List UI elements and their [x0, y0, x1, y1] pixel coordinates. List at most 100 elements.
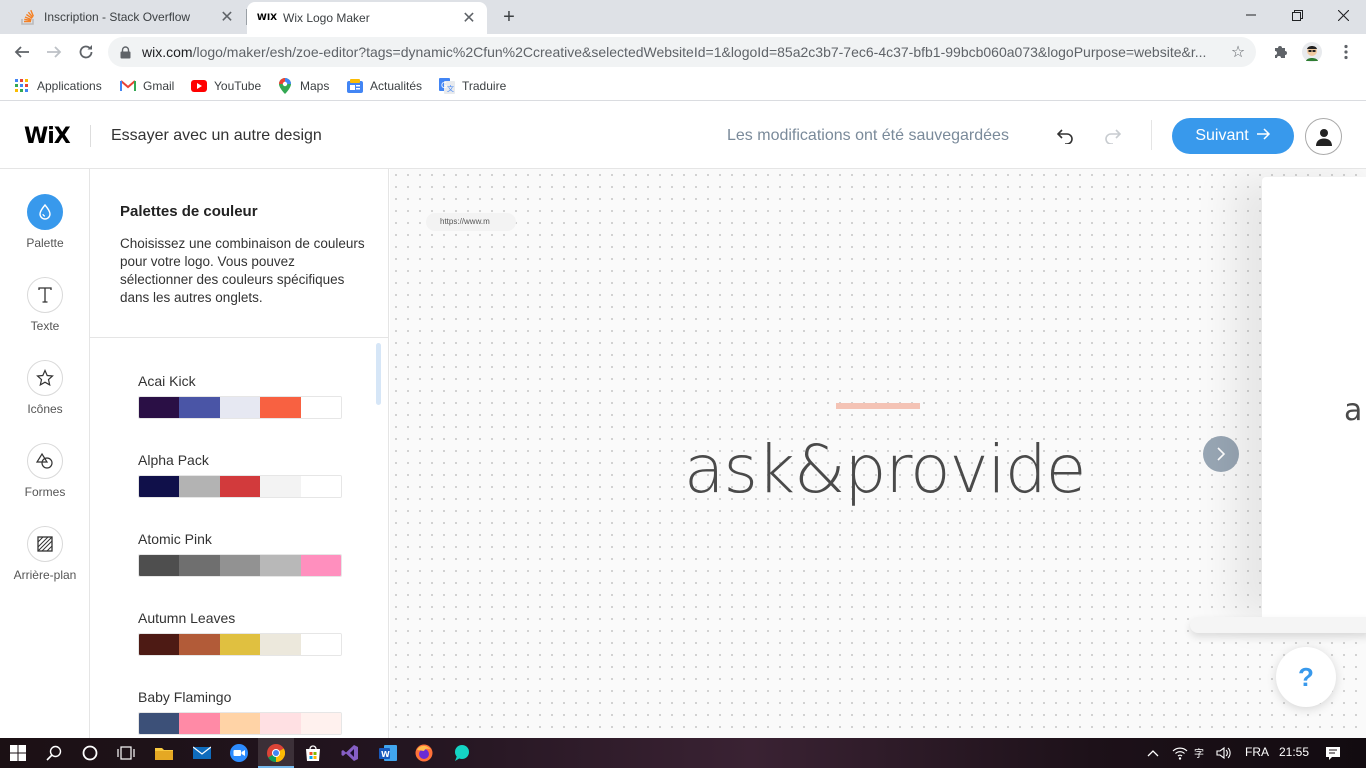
- reload-icon[interactable]: [72, 38, 100, 66]
- rail-item-text[interactable]: Texte: [0, 277, 90, 347]
- url-host: wix.com: [142, 44, 193, 60]
- language-indicator[interactable]: FRA: [1245, 745, 1269, 759]
- tab-stackoverflow[interactable]: Inscription - Stack Overflow ✕: [0, 0, 245, 34]
- gmail-icon: [120, 78, 136, 94]
- clock[interactable]: 21:55: [1279, 745, 1309, 759]
- color-swatch: [300, 555, 341, 576]
- extensions-puzzle-icon[interactable]: [1268, 40, 1292, 64]
- rail-item-icons[interactable]: Icônes: [0, 360, 90, 430]
- mail-icon[interactable]: [190, 741, 214, 765]
- color-swatch: [179, 713, 220, 734]
- rail-item-shapes[interactable]: Formes: [0, 443, 90, 513]
- svg-text:W: W: [381, 750, 390, 759]
- header-divider: [1151, 120, 1152, 150]
- close-tab-icon[interactable]: ✕: [459, 8, 479, 28]
- svg-text:字: 字: [1194, 747, 1204, 760]
- palette-swatches[interactable]: [138, 633, 342, 656]
- bookmark-traduire[interactable]: G文 Traduire: [439, 76, 506, 96]
- wifi-icon[interactable]: [1168, 741, 1192, 765]
- visual-studio-icon[interactable]: [338, 741, 362, 765]
- chat-app-icon[interactable]: [449, 741, 473, 765]
- minimize-icon[interactable]: [1228, 0, 1274, 30]
- volume-icon[interactable]: [1212, 741, 1236, 765]
- panel-title: Palettes de couleur: [120, 203, 258, 220]
- file-explorer-icon[interactable]: [152, 741, 176, 765]
- chrome-icon[interactable]: [264, 741, 288, 765]
- bookmark-label: Maps: [300, 79, 330, 93]
- firefox-icon[interactable]: [412, 741, 436, 765]
- bookmark-applications[interactable]: Applications: [14, 76, 102, 96]
- chevron-up-icon[interactable]: [1141, 741, 1165, 765]
- palette-panel: Palettes de couleur Choisissez une combi…: [90, 169, 389, 738]
- color-swatch: [179, 555, 220, 576]
- mockup-url-bar: https://www.m: [426, 213, 516, 231]
- forward-icon[interactable]: [40, 38, 68, 66]
- rail-item-palette[interactable]: Palette: [0, 194, 90, 264]
- redo-icon[interactable]: [1100, 124, 1124, 148]
- lock-icon[interactable]: [118, 45, 132, 59]
- close-window-icon[interactable]: [1320, 0, 1366, 30]
- logo-canvas: ask&provide https://www.m a ?: [390, 169, 1366, 738]
- palette-option[interactable]: Baby Flamingo: [138, 689, 342, 735]
- next-preview-arrow-icon[interactable]: [1203, 436, 1239, 472]
- palette-name: Atomic Pink: [138, 531, 212, 547]
- notifications-icon[interactable]: [1321, 741, 1345, 765]
- back-icon[interactable]: [8, 38, 36, 66]
- droplet-icon: [27, 194, 63, 230]
- user-icon: [1315, 128, 1332, 146]
- mockup-stand: [1190, 617, 1366, 633]
- windows-start-icon[interactable]: [6, 741, 30, 765]
- bookmark-maps[interactable]: Maps: [277, 76, 329, 96]
- palette-name: Alpha Pack: [138, 452, 209, 468]
- logo-accent-bar[interactable]: [836, 403, 920, 409]
- color-swatch: [219, 476, 261, 497]
- translate-icon: G文: [439, 78, 455, 94]
- wix-logo[interactable]: WiX: [24, 124, 71, 149]
- bookmark-star-icon[interactable]: ☆: [1224, 42, 1252, 62]
- palette-swatches[interactable]: [138, 475, 342, 498]
- stackoverflow-icon: [20, 9, 36, 25]
- bookmark-youtube[interactable]: YouTube: [191, 76, 261, 96]
- mockup-logo-text: a: [1344, 393, 1363, 428]
- account-avatar-button[interactable]: [1305, 118, 1342, 155]
- palette-swatches[interactable]: [138, 396, 342, 419]
- ime-icon[interactable]: 字: [1190, 741, 1214, 765]
- chrome-menu-icon[interactable]: [1334, 40, 1358, 64]
- bookmark-gmail[interactable]: Gmail: [120, 76, 174, 96]
- color-swatch: [139, 634, 180, 655]
- bookmark-actualites[interactable]: Actualités: [347, 76, 422, 96]
- address-bar[interactable]: wix.com/logo/maker/esh/zoe-editor?tags=d…: [108, 37, 1256, 67]
- next-button[interactable]: Suivant: [1172, 118, 1294, 154]
- cortana-icon[interactable]: [78, 741, 102, 765]
- undo-icon[interactable]: [1054, 124, 1078, 148]
- bookmark-label: Traduire: [462, 79, 507, 93]
- palette-swatches[interactable]: [138, 554, 342, 577]
- color-swatch: [179, 634, 220, 655]
- palette-option[interactable]: Alpha Pack: [138, 452, 342, 498]
- maximize-icon[interactable]: [1274, 0, 1320, 30]
- color-swatch: [300, 634, 341, 655]
- rail-label: Formes: [24, 485, 66, 499]
- search-icon[interactable]: [42, 741, 66, 765]
- palette-swatches[interactable]: [138, 712, 342, 735]
- zoom-icon[interactable]: [227, 741, 251, 765]
- palette-option[interactable]: Acai Kick: [138, 373, 342, 419]
- color-swatch: [179, 397, 220, 418]
- word-icon[interactable]: W: [376, 741, 400, 765]
- logo-text[interactable]: ask&provide: [684, 431, 1086, 508]
- palette-option[interactable]: Atomic Pink: [138, 531, 342, 577]
- svg-text:文: 文: [447, 84, 454, 93]
- try-other-design-link[interactable]: Essayer avec un autre design: [111, 127, 322, 145]
- panel-scrollbar[interactable]: [376, 343, 381, 405]
- tab-wix-logo-maker[interactable]: WIX Wix Logo Maker ✕: [247, 2, 487, 34]
- palette-option[interactable]: Autumn Leaves: [138, 610, 342, 656]
- store-icon[interactable]: [301, 741, 325, 765]
- color-swatch: [219, 555, 261, 576]
- profile-avatar-icon[interactable]: [1300, 40, 1324, 64]
- rail-label: Icônes: [27, 402, 63, 416]
- close-tab-icon[interactable]: ✕: [217, 7, 237, 27]
- new-tab-button[interactable]: +: [497, 5, 521, 29]
- rail-item-background[interactable]: Arrière-plan: [0, 526, 90, 596]
- help-button[interactable]: ?: [1276, 647, 1336, 707]
- task-view-icon[interactable]: [114, 741, 138, 765]
